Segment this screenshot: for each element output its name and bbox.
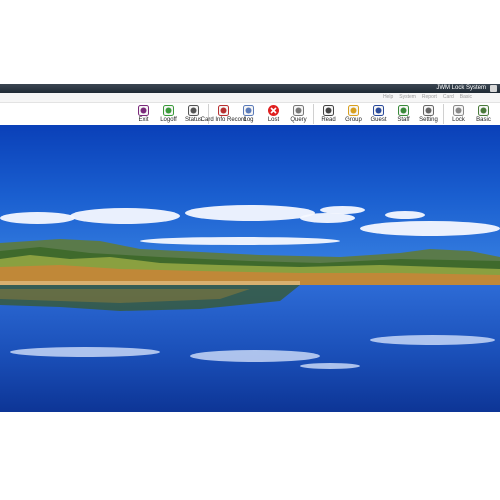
read-button[interactable]: Read: [316, 103, 341, 125]
group-label: Group: [345, 117, 362, 123]
basic-button[interactable]: Basic: [471, 103, 496, 125]
lock-button[interactable]: Lock: [446, 103, 471, 125]
toolbar-separator: [443, 104, 444, 124]
cloud-reflection: [10, 347, 160, 357]
setting-icon: [422, 104, 435, 117]
staff-button[interactable]: Staff: [391, 103, 416, 125]
exit-label: Exit: [138, 117, 149, 123]
basic-label: Basic: [476, 117, 491, 123]
status-label: Status: [184, 117, 202, 123]
setting-label: Setting: [419, 117, 438, 123]
cloud-reflection: [190, 350, 320, 362]
toolbar-separator: [313, 104, 314, 124]
lock-label: Lock: [452, 117, 465, 123]
query-label: Query: [290, 117, 307, 123]
cloud-reflection: [370, 335, 495, 345]
guest-button[interactable]: Guest: [366, 103, 391, 125]
status-icon: [187, 104, 200, 117]
exit-icon: [137, 104, 150, 117]
menu-basic[interactable]: Basic: [460, 93, 472, 102]
title-bar: JWM Lock System: [0, 84, 500, 93]
window-title: JWM Lock System: [436, 85, 486, 91]
staff-icon: [397, 104, 410, 117]
toolbar: Basic Lock Setting Staff Guest Group Read Query…: [0, 103, 500, 126]
app-window: JWM Lock System Basic Card Report System…: [0, 84, 500, 412]
guest-icon: [372, 104, 385, 117]
menu-system[interactable]: System: [399, 93, 416, 102]
exit-button[interactable]: Exit: [131, 103, 156, 125]
cloud: [385, 211, 425, 219]
app-icon: [490, 85, 497, 92]
cloud: [0, 212, 75, 224]
staff-label: Staff: [397, 117, 410, 123]
lost-label: Lost: [267, 117, 280, 123]
log-icon: [242, 104, 255, 117]
card-info-record-button[interactable]: Card Info Record: [201, 103, 246, 125]
logoff-label: Logoff: [160, 117, 177, 123]
basic-icon: [477, 104, 490, 117]
menu-card[interactable]: Card: [443, 93, 454, 102]
guest-label: Guest: [370, 117, 387, 123]
reflection: [0, 285, 300, 311]
cloud: [360, 221, 500, 236]
desktop-wallpaper: [0, 125, 500, 412]
cloud: [70, 208, 180, 224]
log-label: Log: [243, 117, 254, 123]
query-button[interactable]: Query: [286, 103, 311, 125]
group-button[interactable]: Group: [341, 103, 366, 125]
setting-button[interactable]: Setting: [416, 103, 441, 125]
log-button[interactable]: Log: [236, 103, 261, 125]
query-icon: [292, 104, 305, 117]
read-icon: [322, 104, 335, 117]
cloud: [300, 213, 355, 223]
cloud: [320, 206, 365, 214]
menu-bar: Basic Card Report System Help: [0, 93, 500, 103]
logoff-icon: [162, 104, 175, 117]
read-label: Read: [321, 117, 336, 123]
cloud: [185, 205, 315, 221]
cloud-reflection: [300, 363, 360, 369]
hills: [0, 239, 500, 285]
logoff-button[interactable]: Logoff: [156, 103, 181, 125]
group-icon: [347, 104, 360, 117]
menu-report[interactable]: Report: [422, 93, 437, 102]
lock-icon: [452, 104, 465, 117]
card-info-record-icon: [217, 104, 230, 117]
menu-help[interactable]: Help: [383, 93, 393, 102]
lost-button[interactable]: Lost: [261, 103, 286, 125]
lost-icon: [267, 104, 280, 117]
